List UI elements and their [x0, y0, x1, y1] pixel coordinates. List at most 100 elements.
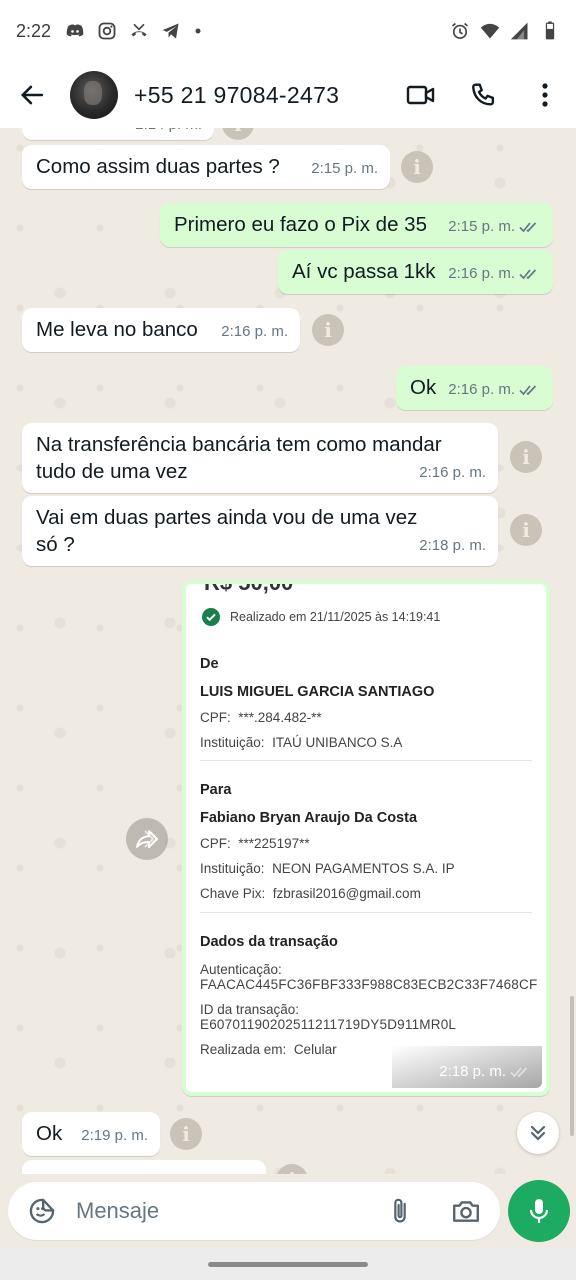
- message-text: Ok: [410, 376, 437, 399]
- message-incoming[interactable]: Na transferência bancária tem como manda…: [22, 423, 498, 493]
- receipt-auth-label: Autenticação:: [200, 962, 282, 977]
- receipt-transaction-title: Dados da transação: [200, 934, 338, 950]
- double-check-icon: [519, 221, 537, 232]
- info-button[interactable]: i: [401, 151, 433, 183]
- info-button[interactable]: i: [510, 441, 542, 473]
- telegram-icon: [162, 23, 179, 39]
- message-text: Como assim duas partes ?: [36, 155, 280, 178]
- info-icon: i: [182, 1122, 190, 1146]
- message-text: Primero eu fazo o Pix de 35: [174, 213, 427, 236]
- composer: [0, 1174, 576, 1248]
- sticker-icon: [29, 1198, 55, 1224]
- message-outgoing[interactable]: Ok 2:16 p. m.: [396, 366, 553, 410]
- message-text: Aí vc passa 1kk: [292, 260, 436, 283]
- info-icon: i: [522, 518, 530, 542]
- chat-area[interactable]: 2:14 p. m. i Como assim duas partes ? 2:…: [0, 128, 576, 1174]
- check-circle-icon: [202, 608, 220, 626]
- receipt-status-text: Realizado em 21/11/2025 às 14:19:41: [230, 610, 441, 624]
- message-incoming[interactable]: Me leva no banco 2:16 p. m.: [22, 308, 300, 352]
- status-bar: 2:22: [0, 0, 576, 62]
- more-vert-icon: [542, 83, 548, 107]
- video-call-button[interactable]: [390, 62, 452, 128]
- message-text: Me leva no banco: [36, 318, 198, 341]
- sticker-button[interactable]: [22, 1191, 62, 1231]
- info-button[interactable]: i: [222, 128, 254, 140]
- camera-icon: [453, 1201, 479, 1222]
- call-missed-icon: [131, 23, 147, 37]
- pix-key-value: fzbrasil2016@gmail.com: [272, 886, 421, 901]
- message-time: 2:16 p. m.: [221, 323, 288, 340]
- scrollbar[interactable]: [570, 996, 574, 1136]
- receipt-to-institution: Instituição: NEON PAGAMENTOS S.A. IP: [200, 861, 532, 876]
- more-options-button[interactable]: [514, 62, 576, 128]
- info-button[interactable]: i: [276, 1164, 308, 1174]
- pix-key-label: Chave Pix:: [200, 886, 266, 901]
- scroll-to-bottom-button[interactable]: [517, 1112, 559, 1154]
- receipt-to-title: Para: [200, 782, 232, 798]
- message-text: Ok: [36, 1122, 63, 1145]
- message-outgoing[interactable]: Aí vc passa 1kk 2:16 p. m.: [278, 250, 553, 294]
- message-text: Na transferência bancária tem como manda…: [36, 433, 442, 483]
- institution-label: Instituição:: [200, 861, 265, 876]
- cpf-label: CPF:: [200, 710, 231, 725]
- message-time: 2:18 p. m.: [439, 1063, 506, 1080]
- message-input[interactable]: [76, 1198, 380, 1224]
- institution-label: Instituição:: [200, 735, 265, 750]
- message-outgoing[interactable]: Primero eu fazo o Pix de 35 2:15 p. m.: [160, 203, 553, 247]
- video-call-icon: [406, 85, 435, 105]
- receipt-divider: [200, 760, 532, 761]
- avatar[interactable]: [70, 71, 118, 119]
- receipt-auth-value: FAACAC445FC36FBF333F988C83ECB2C33F7468CF: [200, 977, 538, 992]
- info-button[interactable]: i: [170, 1118, 202, 1150]
- message-time: 2:18 p. m.: [419, 537, 486, 554]
- forward-icon: [136, 830, 158, 848]
- info-button[interactable]: i: [510, 514, 542, 546]
- battery-icon: [545, 21, 555, 40]
- chat-header: +55 21 97084-2473: [0, 62, 576, 128]
- receipt-divider: [200, 912, 532, 913]
- message-time: 2:14 p. m.: [135, 128, 202, 138]
- message-text: Vai em duas partes ainda vou de uma vez …: [36, 506, 418, 556]
- discord-icon: [66, 24, 84, 37]
- attach-button[interactable]: [380, 1191, 420, 1231]
- message-input-pill: [8, 1182, 500, 1240]
- back-button[interactable]: [2, 62, 62, 128]
- message-meta: 2:18 p. m.: [439, 1063, 532, 1080]
- double-check-icon: [519, 268, 537, 279]
- double-check-icon: [510, 1066, 528, 1077]
- forward-button[interactable]: [126, 818, 168, 860]
- message-time: 2:15 p. m.: [311, 160, 378, 177]
- camera-button[interactable]: [446, 1191, 486, 1231]
- info-icon: i: [522, 445, 530, 469]
- receipt-id-value: E60701190202511211719DY5D911MR0L: [200, 1017, 457, 1032]
- image-time-overlay: 2:18 p. m.: [392, 1046, 542, 1088]
- receipt-to-section: Para Fabiano Bryan Araujo Da Costa CPF: …: [200, 782, 532, 901]
- gesture-handle[interactable]: [208, 1262, 368, 1267]
- status-time: 2:22: [16, 20, 52, 41]
- message-meta: 2:15 p. m.: [448, 213, 541, 240]
- message-incoming[interactable]: Como assim duas partes ? 2:15 p. m.: [22, 145, 390, 189]
- attach-icon: [394, 1198, 406, 1223]
- message-image-receipt[interactable]: R$ 50,00 Realizado em 21/11/2025 às 14:1…: [182, 580, 550, 1096]
- institution-value: ITAÚ UNIBANCO S.A: [272, 735, 403, 750]
- voice-message-button[interactable]: [508, 1180, 570, 1242]
- double-chevron-down-icon: [530, 1125, 546, 1141]
- cpf-label: CPF:: [200, 836, 231, 851]
- pix-receipt: R$ 50,00 Realizado em 21/11/2025 às 14:1…: [186, 584, 546, 1092]
- info-button[interactable]: i: [312, 314, 344, 346]
- receipt-status: Realizado em 21/11/2025 às 14:19:41: [202, 608, 440, 626]
- message-incoming[interactable]: Ok 2:19 p. m.: [22, 1112, 160, 1156]
- message-incoming[interactable]: [22, 1160, 266, 1174]
- info-icon: i: [324, 318, 332, 342]
- receipt-id-label: ID da transação:: [200, 1002, 300, 1017]
- done-label: Realizada em:: [200, 1042, 287, 1057]
- message-incoming[interactable]: Vai em duas partes ainda vou de uma vez …: [22, 496, 498, 566]
- message-meta: 2:16 p. m.: [448, 376, 541, 403]
- system-nav-bar: [0, 1248, 576, 1280]
- message-time: 2:16 p. m.: [419, 464, 486, 481]
- receipt-to-cpf: CPF: ***225197**: [200, 836, 532, 851]
- message-incoming[interactable]: 2:14 p. m.: [22, 128, 214, 140]
- message-meta: 2:16 p. m.: [448, 260, 541, 287]
- contact-name[interactable]: +55 21 97084-2473: [134, 82, 339, 109]
- phone-call-button[interactable]: [452, 62, 514, 128]
